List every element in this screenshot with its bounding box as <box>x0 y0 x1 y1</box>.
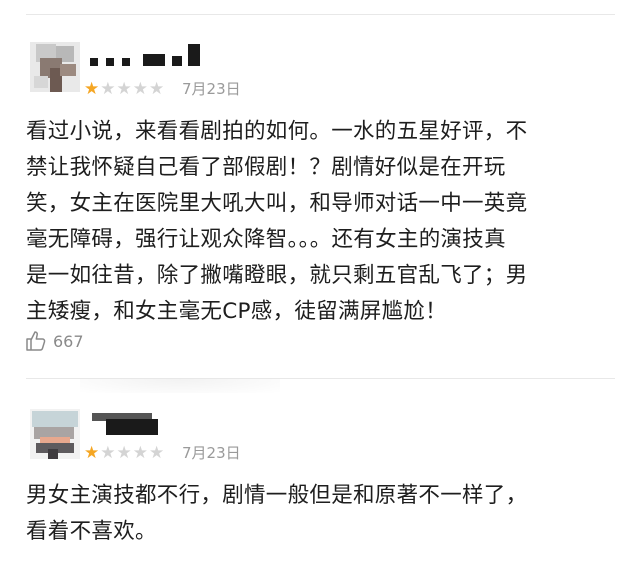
like-count: 667 <box>53 331 84 351</box>
review-text: 看过小说，来看看剧拍的如何。一水的五星好评，不 禁让我怀疑自己看了部假剧！？剧情… <box>26 119 528 324</box>
star-icon: ★ <box>100 443 117 463</box>
avatar[interactable] <box>30 42 80 92</box>
star-rating: ★★★★★ <box>84 443 165 463</box>
star-icon: ★ <box>132 79 149 99</box>
review-date: 7月23日 <box>182 80 241 98</box>
star-icon: ★ <box>149 443 166 463</box>
username-redacted[interactable] <box>88 42 218 66</box>
avatar[interactable] <box>30 409 80 459</box>
review-date: 7月23日 <box>182 444 241 462</box>
username-redacted[interactable] <box>92 411 162 435</box>
like-button[interactable]: 667 <box>24 329 84 353</box>
divider-top <box>26 14 615 15</box>
star-icon: ★ <box>132 443 149 463</box>
star-icon: ★ <box>84 79 101 99</box>
star-icon: ★ <box>149 79 166 99</box>
star-icon: ★ <box>84 443 101 463</box>
thumbs-up-icon <box>26 331 46 351</box>
review-text: 男女主演技都不行，剧情一般但是和原著不一样了， 看着不喜欢。 <box>26 483 528 544</box>
divider-shadow <box>80 379 280 393</box>
star-icon: ★ <box>116 443 133 463</box>
star-icon: ★ <box>100 79 117 99</box>
star-icon: ★ <box>116 79 133 99</box>
star-rating: ★★★★★ <box>84 79 165 99</box>
